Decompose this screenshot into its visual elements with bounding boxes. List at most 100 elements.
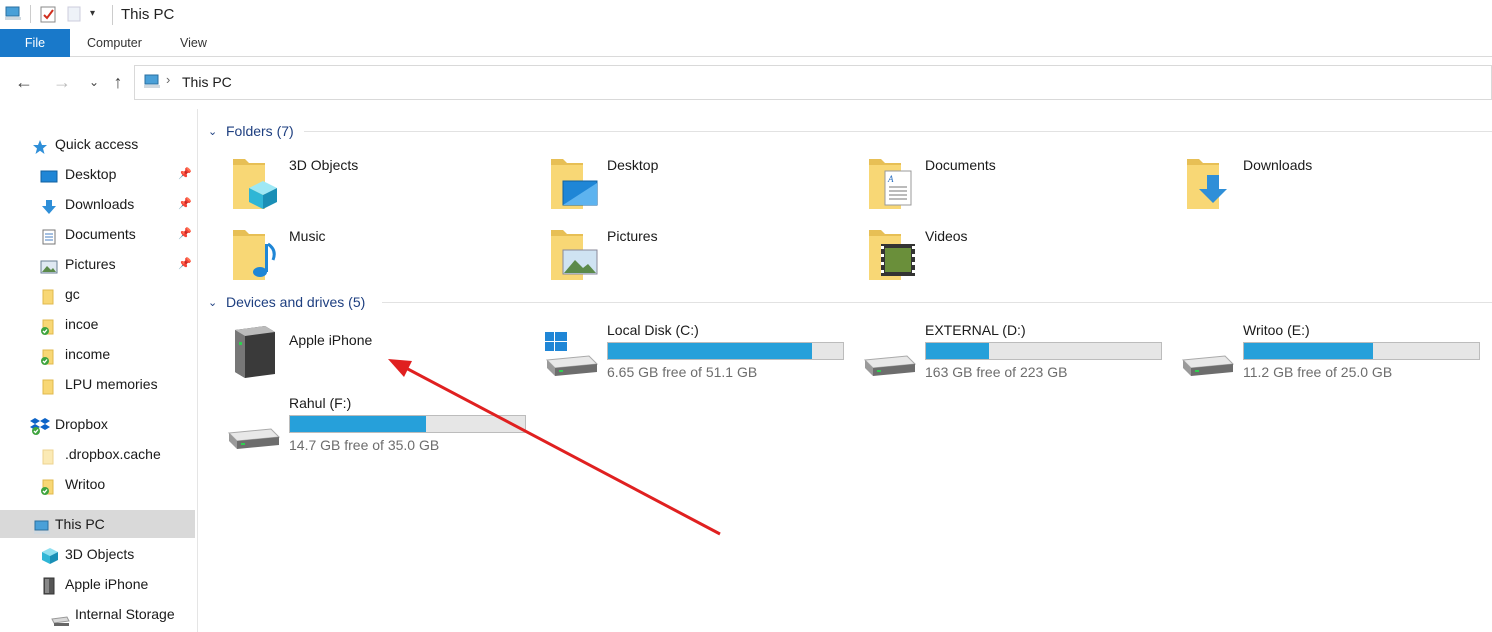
drive-usage-fill: [1244, 343, 1374, 359]
pin-icon[interactable]: 📌: [178, 250, 192, 278]
sidebar-item-label: Internal Storage: [75, 606, 175, 622]
breadcrumb-chevron-icon[interactable]: ›: [166, 72, 170, 87]
folder-tile-documents[interactable]: A Documents: [867, 153, 1167, 217]
drive-usage-fill: [926, 343, 990, 359]
folder-tile-videos[interactable]: Videos: [867, 224, 1167, 288]
documents-icon: [42, 226, 58, 245]
sidebar-item-desktop[interactable]: Desktop 📌: [0, 160, 196, 188]
tab-computer[interactable]: Computer: [87, 29, 142, 57]
drive-name: Rahul (F:): [289, 395, 352, 411]
videos-folder-icon: [867, 224, 919, 284]
tab-file[interactable]: File: [0, 29, 70, 57]
sidebar-item-label: Apple iPhone: [65, 576, 149, 592]
folder-name: Desktop: [607, 157, 659, 173]
hard-drive-icon: [1181, 332, 1237, 376]
pictures-icon: [40, 256, 58, 274]
sidebar-item-incoe[interactable]: incoe: [0, 310, 196, 338]
drive-tile-writoo-e[interactable]: Writoo (E:) 11.2 GB free of 25.0 GB: [1181, 322, 1481, 386]
navigation-pane: Quick access Desktop 📌 Downloads 📌 Docum…: [0, 109, 198, 632]
folder-name: Downloads: [1243, 157, 1313, 173]
group-divider: [382, 302, 1492, 303]
sidebar-item-label: This PC: [55, 516, 105, 532]
sidebar-item-downloads[interactable]: Downloads 📌: [0, 190, 196, 218]
breadcrumb[interactable]: This PC: [182, 74, 232, 90]
svg-text:A: A: [887, 174, 894, 184]
title-bar: ▾ This PC: [0, 0, 1492, 29]
documents-folder-icon: A: [867, 153, 919, 213]
drive-free-space: 11.2 GB free of 25.0 GB: [1243, 364, 1393, 380]
collapse-chevron-icon[interactable]: ⌄: [208, 296, 222, 309]
sidebar-item-label: incoe: [65, 316, 99, 332]
folder-name: Pictures: [607, 228, 658, 244]
sidebar-item-lpu-memories[interactable]: LPU memories: [0, 370, 196, 398]
devices-group-header[interactable]: ⌄ Devices and drives (5): [208, 292, 365, 312]
customize-toolbar-icon[interactable]: ▾: [90, 8, 95, 19]
pin-icon[interactable]: 📌: [178, 220, 192, 248]
storage-icon: [50, 608, 70, 626]
folder-icon: [42, 376, 58, 395]
folder-tile-pictures[interactable]: Pictures: [549, 224, 849, 288]
sidebar-item-label: Downloads: [65, 196, 135, 212]
sidebar-item-writoo[interactable]: Writoo: [0, 470, 196, 498]
download-icon: [41, 196, 57, 214]
drive-tile-external-d[interactable]: EXTERNAL (D:) 163 GB free of 223 GB: [863, 322, 1163, 386]
sidebar-item-documents[interactable]: Documents 📌: [0, 220, 196, 248]
folder-name: Documents: [925, 157, 996, 173]
window-title: This PC: [121, 6, 175, 23]
folder-synced-icon: [40, 476, 56, 495]
properties-icon[interactable]: [40, 6, 56, 26]
sidebar-item-label: .dropbox.cache: [65, 446, 161, 462]
folder-icon: [42, 286, 58, 305]
folder-synced-icon: [40, 316, 56, 335]
recent-locations-button[interactable]: ⌄: [82, 69, 106, 95]
folder-tile-desktop[interactable]: Desktop: [549, 153, 849, 217]
sidebar-item-pictures[interactable]: Pictures 📌: [0, 250, 196, 278]
sidebar-item-label: Writoo: [65, 476, 106, 492]
phone-device-icon: [229, 326, 281, 386]
sidebar-item-label: Documents: [65, 226, 136, 242]
sidebar-item-dropbox-cache[interactable]: .dropbox.cache: [0, 440, 196, 468]
3d-objects-icon: [41, 546, 58, 564]
sidebar-item-label: LPU memories: [65, 376, 158, 392]
tab-view[interactable]: View: [180, 29, 207, 57]
forward-button[interactable]: →: [50, 69, 74, 95]
sidebar-item-label: Quick access: [55, 136, 139, 152]
back-button[interactable]: ←: [12, 69, 36, 95]
sidebar-item-this-pc[interactable]: This PC: [0, 510, 195, 538]
address-bar[interactable]: › This PC: [134, 65, 1492, 100]
group-title: Folders (7): [226, 123, 294, 139]
sidebar-item-apple-iphone[interactable]: Apple iPhone: [0, 570, 196, 598]
folder-tile-downloads[interactable]: Downloads: [1185, 153, 1485, 217]
sidebar-item-quick-access[interactable]: Quick access: [0, 130, 196, 158]
sidebar-item-internal-storage[interactable]: Internal Storage: [0, 600, 196, 628]
music-folder-icon: [231, 224, 283, 284]
downloads-folder-icon: [1185, 153, 1237, 213]
sidebar-item-3d-objects[interactable]: 3D Objects: [0, 540, 196, 568]
sidebar-item-gc[interactable]: gc: [0, 280, 196, 308]
folder-icon: [42, 446, 58, 465]
folder-name: Music: [289, 228, 326, 244]
new-folder-icon[interactable]: [67, 6, 81, 25]
folder-name: Videos: [925, 228, 968, 244]
sidebar-item-dropbox[interactable]: Dropbox: [0, 410, 196, 438]
navigation-bar: ← → ⌄ ↑ › This PC: [0, 57, 1492, 109]
folders-group-header[interactable]: ⌄ Folders (7): [208, 121, 294, 141]
phone-device-icon: [43, 576, 59, 595]
sidebar-item-label: Desktop: [65, 166, 117, 182]
sidebar-item-label: 3D Objects: [65, 546, 135, 562]
group-divider: [304, 131, 1492, 132]
pin-icon[interactable]: 📌: [178, 160, 192, 188]
desktop-folder-icon: [549, 153, 601, 213]
sidebar-item-label: Pictures: [65, 256, 116, 272]
up-button[interactable]: ↑: [106, 69, 130, 95]
folder-tile-music[interactable]: Music: [231, 224, 531, 288]
sidebar-item-income[interactable]: income: [0, 340, 196, 368]
computer-icon[interactable]: [4, 6, 22, 25]
folder-tile-3d-objects[interactable]: 3D Objects: [231, 153, 531, 217]
drive-name: Writoo (E:): [1243, 322, 1310, 338]
computer-icon: [33, 516, 50, 534]
sidebar-item-label: Dropbox: [55, 416, 108, 432]
hard-drive-icon: [227, 405, 283, 449]
pin-icon[interactable]: 📌: [178, 190, 192, 218]
collapse-chevron-icon[interactable]: ⌄: [208, 125, 222, 138]
